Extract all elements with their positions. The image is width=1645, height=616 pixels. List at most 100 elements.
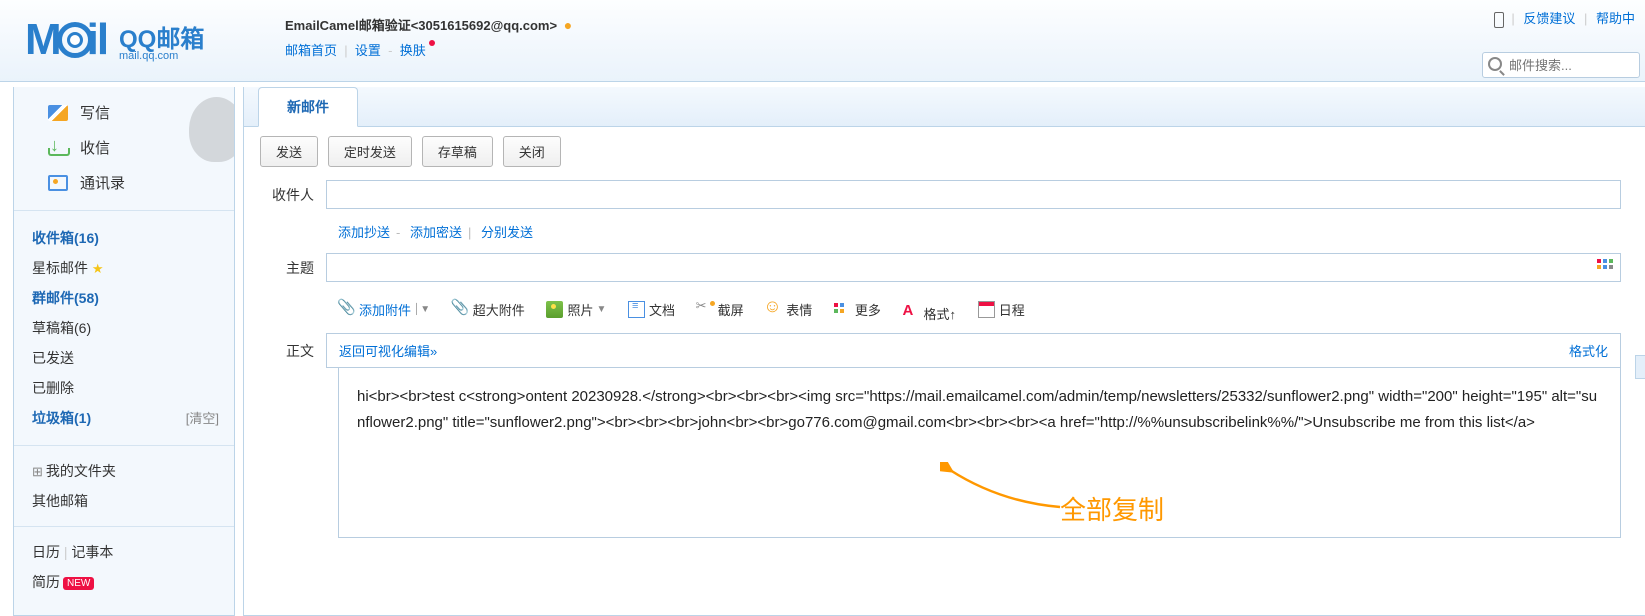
grid-icon — [834, 301, 851, 318]
format-label: 格式↑ — [924, 304, 957, 323]
chevron-down-icon: │▼ — [414, 304, 430, 315]
more-label: 更多 — [855, 300, 881, 319]
sidebar-drafts[interactable]: 草稿箱(6) — [14, 313, 234, 343]
header-links: 邮箱首页 | 设置 - 换肤 — [285, 40, 435, 59]
resume-label: 简历 — [32, 574, 60, 590]
document-icon — [628, 301, 645, 318]
recipient-options: 添加抄送- 添加密送| 分别发送 — [268, 217, 1621, 253]
photo-label: 照片 — [567, 300, 593, 319]
chevron-down-icon: ▼ — [596, 304, 606, 315]
myfolders-label: 我的文件夹 — [46, 463, 116, 479]
emoji-label: 表情 — [786, 300, 812, 319]
sidebar-calendar[interactable]: 日历 | 记事本 — [14, 537, 234, 567]
new-badge: NEW — [63, 577, 94, 590]
sidebar-deleted[interactable]: 已删除 — [14, 373, 234, 403]
schedule-label: 日程 — [999, 300, 1025, 319]
insert-doc[interactable]: 文档 — [628, 300, 675, 319]
format-link[interactable]: 格式化 — [1569, 341, 1608, 360]
logo-o-icon — [57, 22, 93, 58]
scissors-icon — [697, 301, 714, 318]
to-label: 收件人 — [268, 185, 326, 205]
format-toggle[interactable]: 格式↑ — [903, 304, 957, 323]
header: Mil QQ邮箱 mail.qq.com EmailCamel邮箱验证<3051… — [0, 0, 1645, 82]
compose-icon — [48, 105, 68, 121]
add-bcc-link[interactable]: 添加密送 — [410, 225, 462, 240]
search-input[interactable] — [1482, 52, 1640, 78]
to-input[interactable] — [326, 180, 1621, 209]
search-box — [1482, 52, 1640, 78]
notes-label[interactable]: 记事本 — [71, 544, 113, 560]
logo-text: QQ邮箱 — [119, 26, 204, 53]
sidebar: 写信 收信 通讯录 收件箱(16) 星标邮件 ★ 群邮件(58) 草稿箱(6) … — [13, 87, 235, 616]
right-side-handle[interactable] — [1635, 355, 1645, 379]
receive-icon — [48, 140, 68, 156]
photo-icon — [546, 301, 563, 318]
mail-home-link[interactable]: 邮箱首页 — [285, 43, 337, 58]
phone-icon[interactable] — [1494, 12, 1504, 28]
insert-emoji[interactable]: 表情 — [765, 300, 812, 319]
return-visual-link[interactable]: 返回可视化编辑» — [339, 341, 437, 360]
insert-photo[interactable]: 照片▼ — [546, 300, 606, 319]
add-attachment[interactable]: 添加附件│▼ — [338, 300, 430, 319]
add-attachment-label: 添加附件 — [359, 300, 411, 319]
junk-label: 垃圾箱(1) — [32, 410, 91, 426]
save-draft-button[interactable]: 存草稿 — [422, 136, 493, 167]
sidebar-resume[interactable]: 简历NEW — [14, 567, 234, 597]
user-email: EmailCamel邮箱验证<3051615692@qq.com> — [285, 18, 557, 33]
header-user: EmailCamel邮箱验证<3051615692@qq.com> ● — [285, 15, 572, 34]
big-attachment-label: 超大附件 — [473, 300, 525, 319]
warning-icon[interactable]: ● — [564, 17, 572, 33]
contacts-icon — [48, 175, 68, 191]
screenshot-label: 截屏 — [718, 300, 744, 319]
tab-new-mail[interactable]: 新邮件 — [258, 87, 358, 127]
doc-label: 文档 — [649, 300, 675, 319]
sidebar-inbox[interactable]: 收件箱(16) — [14, 223, 234, 253]
add-cc-link[interactable]: 添加抄送 — [338, 225, 390, 240]
subject-label: 主题 — [268, 258, 326, 278]
top-right-links: | 反馈建议 | 帮助中 — [1494, 8, 1640, 28]
separate-send-link[interactable]: 分别发送 — [481, 225, 533, 240]
timed-send-button[interactable]: 定时发送 — [328, 136, 412, 167]
compose-toolbar: 发送 定时发送 存草稿 关闭 — [244, 127, 1645, 176]
screenshot[interactable]: 截屏 — [697, 300, 744, 319]
clear-junk[interactable]: [清空] — [186, 408, 219, 427]
feedback-link[interactable]: 反馈建议 — [1523, 11, 1575, 26]
contacts-label: 通讯录 — [80, 172, 125, 193]
insert-schedule[interactable]: 日程 — [978, 300, 1025, 319]
receive-label: 收信 — [80, 137, 110, 158]
skin-dot-icon — [429, 40, 435, 46]
search-icon — [1488, 57, 1502, 71]
subject-input[interactable] — [326, 253, 1621, 282]
apps-icon[interactable] — [1597, 259, 1613, 275]
calendar-icon — [978, 301, 995, 318]
editor-body[interactable]: hi<br><br>test c<strong>ontent 20230928.… — [338, 368, 1621, 538]
sidebar-myfolders[interactable]: ⊞我的文件夹 — [14, 456, 234, 486]
paperclip-big-icon — [452, 301, 469, 318]
sidebar-group[interactable]: 群邮件(58) — [14, 283, 234, 313]
close-button[interactable]: 关闭 — [503, 136, 561, 167]
sidebar-sent[interactable]: 已发送 — [14, 343, 234, 373]
tab-bar: 新邮件 — [244, 87, 1645, 127]
main-area: 新邮件 发送 定时发送 存草稿 关闭 收件人 添加抄送- 添加密送| 分别发送 — [243, 87, 1645, 616]
big-attachment[interactable]: 超大附件 — [452, 300, 525, 319]
paperclip-icon — [338, 301, 355, 318]
skin-link[interactable]: 换肤 — [400, 43, 426, 58]
star-icon: ★ — [92, 261, 104, 276]
emoji-icon — [765, 301, 782, 318]
attachment-toolbar: 添加附件│▼ 超大附件 照片▼ 文档 截屏 表情 更多 格式↑ 日程 — [268, 290, 1621, 333]
annotation-text: 全部复制 — [1060, 490, 1164, 527]
sidebar-junk[interactable]: 垃圾箱(1) [清空] — [14, 403, 234, 433]
settings-link[interactable]: 设置 — [355, 43, 381, 58]
logo-m-icon: M — [25, 15, 60, 65]
logo[interactable]: Mil QQ邮箱 mail.qq.com — [25, 15, 204, 65]
penguin-watermark-icon — [169, 87, 234, 172]
calendar-label: 日历 — [32, 544, 60, 560]
format-a-icon — [903, 302, 920, 319]
sidebar-starred[interactable]: 星标邮件 ★ — [14, 253, 234, 283]
body-label: 正文 — [268, 333, 326, 368]
compose-label: 写信 — [80, 102, 110, 123]
help-link[interactable]: 帮助中 — [1596, 11, 1635, 26]
more-options[interactable]: 更多 — [834, 300, 881, 319]
send-button[interactable]: 发送 — [260, 136, 318, 167]
sidebar-other-mailbox[interactable]: 其他邮箱 — [14, 486, 234, 516]
